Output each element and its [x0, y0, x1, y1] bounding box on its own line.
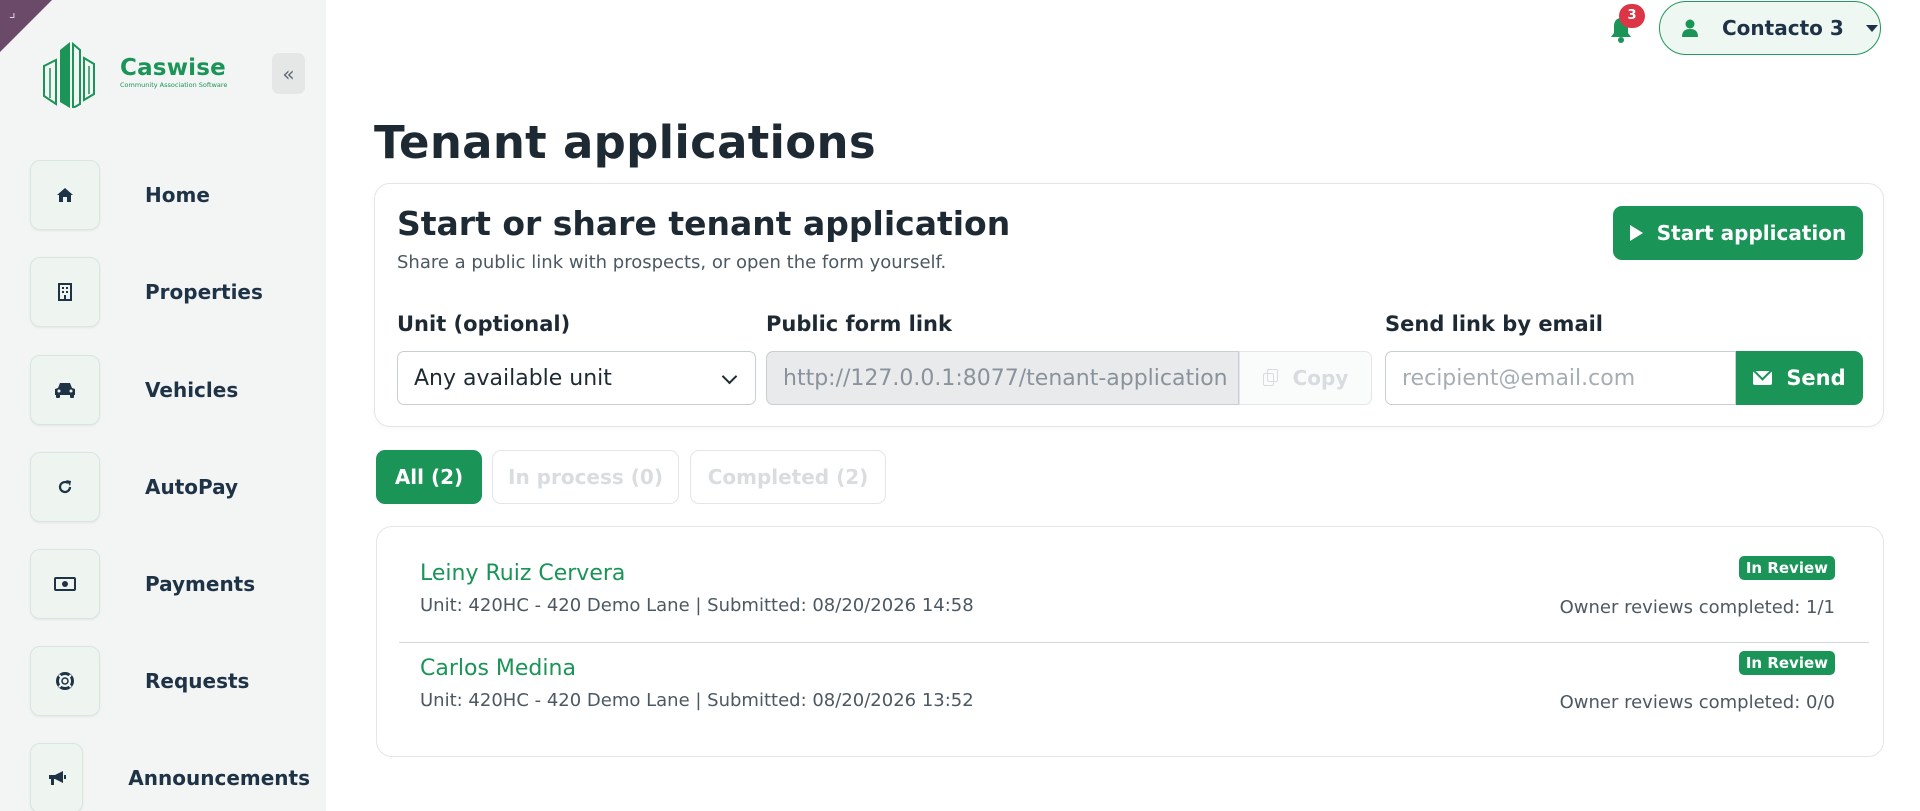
play-icon: [1629, 225, 1643, 241]
sidebar-item-vehicles[interactable]: Vehicles: [30, 355, 310, 425]
email-recipient-input[interactable]: recipient@email.com: [1385, 351, 1736, 405]
sidebar-nav: Home Properties Vehicles AutoPay Payment…: [30, 160, 310, 811]
sidebar-item-home[interactable]: Home: [30, 160, 310, 230]
application-meta: Unit: 420HC - 420 Demo Lane | Submitted:…: [420, 690, 974, 711]
filter-in-process-tab[interactable]: In process (0): [492, 450, 679, 504]
owner-reviews-text: Owner reviews completed: 0/0: [1559, 692, 1835, 713]
lifebuoy-icon: [30, 646, 100, 716]
list-item[interactable]: Carlos Medina Unit: 420HC - 420 Demo Lan…: [399, 644, 1869, 738]
page-title: Tenant applications: [374, 116, 876, 169]
public-link-value: http://127.0.0.1:8077/tenant-application: [783, 365, 1228, 391]
sidebar: Caswise Community Association Software «…: [0, 0, 326, 811]
public-link-input[interactable]: http://127.0.0.1:8077/tenant-application: [766, 351, 1239, 405]
owner-reviews-text: Owner reviews completed: 1/1: [1559, 597, 1835, 618]
sidebar-item-payments[interactable]: Payments: [30, 549, 310, 619]
notification-count-badge: 3: [1619, 4, 1645, 28]
application-meta: Unit: 420HC - 420 Demo Lane | Submitted:…: [420, 595, 974, 616]
send-email-button[interactable]: Send: [1736, 351, 1863, 405]
refresh-icon: [30, 452, 100, 522]
applicant-name-link[interactable]: Leiny Ruiz Cervera: [420, 561, 625, 586]
sidebar-item-label: Home: [145, 183, 210, 207]
unit-select-value: Any available unit: [414, 365, 612, 391]
copy-label: Copy: [1292, 366, 1349, 390]
status-badge: In Review: [1738, 651, 1835, 675]
sidebar-item-label: Properties: [145, 280, 263, 304]
sidebar-item-label: Vehicles: [145, 378, 239, 402]
double-chevron-left-icon: «: [282, 61, 295, 86]
chevron-down-icon: [721, 368, 738, 385]
start-application-button[interactable]: Start application: [1613, 206, 1863, 260]
share-card-title: Start or share tenant application: [397, 204, 1011, 243]
user-icon: [1682, 19, 1698, 37]
brand[interactable]: Caswise Community Association Software: [40, 36, 227, 108]
megaphone-icon: [30, 743, 84, 811]
user-name: Contacto 3: [1722, 16, 1844, 40]
sidebar-item-label: Announcements: [128, 766, 310, 790]
home-icon: [30, 160, 100, 230]
brand-tagline: Community Association Software: [120, 80, 228, 89]
list-item[interactable]: Leiny Ruiz Cervera Unit: 420HC - 420 Dem…: [399, 549, 1869, 643]
building-icon: [30, 257, 100, 327]
share-application-card: Start or share tenant application Share …: [374, 183, 1884, 427]
envelope-icon: [1753, 371, 1773, 385]
email-field-label: Send link by email: [1385, 312, 1604, 336]
corner-glyph-icon: ⌟: [8, 5, 17, 21]
unit-field-label: Unit (optional): [397, 312, 571, 336]
caret-down-icon: [1865, 24, 1878, 32]
money-icon: [30, 549, 100, 619]
brand-name: Caswise: [120, 54, 226, 81]
user-menu-button[interactable]: Contacto 3: [1659, 1, 1881, 55]
sidebar-item-label: AutoPay: [145, 475, 239, 499]
sidebar-item-requests[interactable]: Requests: [30, 646, 310, 716]
collapse-sidebar-button[interactable]: «: [272, 53, 305, 94]
link-field-label: Public form link: [766, 312, 952, 336]
sidebar-item-label: Payments: [145, 572, 256, 596]
filter-completed-tab[interactable]: Completed (2): [690, 450, 886, 504]
applications-list: Leiny Ruiz Cervera Unit: 420HC - 420 Dem…: [376, 526, 1884, 757]
start-application-label: Start application: [1656, 221, 1847, 245]
email-placeholder: recipient@email.com: [1402, 365, 1636, 391]
copy-link-button[interactable]: Copy: [1239, 351, 1372, 405]
corner-marker: ⌟: [0, 0, 52, 52]
sidebar-item-label: Requests: [145, 669, 250, 693]
copy-icon: [1262, 369, 1279, 387]
share-card-subtitle: Share a public link with prospects, or o…: [397, 252, 947, 273]
car-icon: [30, 355, 100, 425]
sidebar-item-announcements[interactable]: Announcements: [30, 743, 310, 811]
applicant-name-link[interactable]: Carlos Medina: [420, 656, 576, 681]
filter-all-tab[interactable]: All (2): [376, 450, 482, 504]
unit-select[interactable]: Any available unit: [397, 351, 756, 405]
sidebar-item-properties[interactable]: Properties: [30, 257, 310, 327]
sidebar-item-autopay[interactable]: AutoPay: [30, 452, 310, 522]
status-badge: In Review: [1738, 556, 1835, 580]
send-label: Send: [1786, 366, 1846, 390]
